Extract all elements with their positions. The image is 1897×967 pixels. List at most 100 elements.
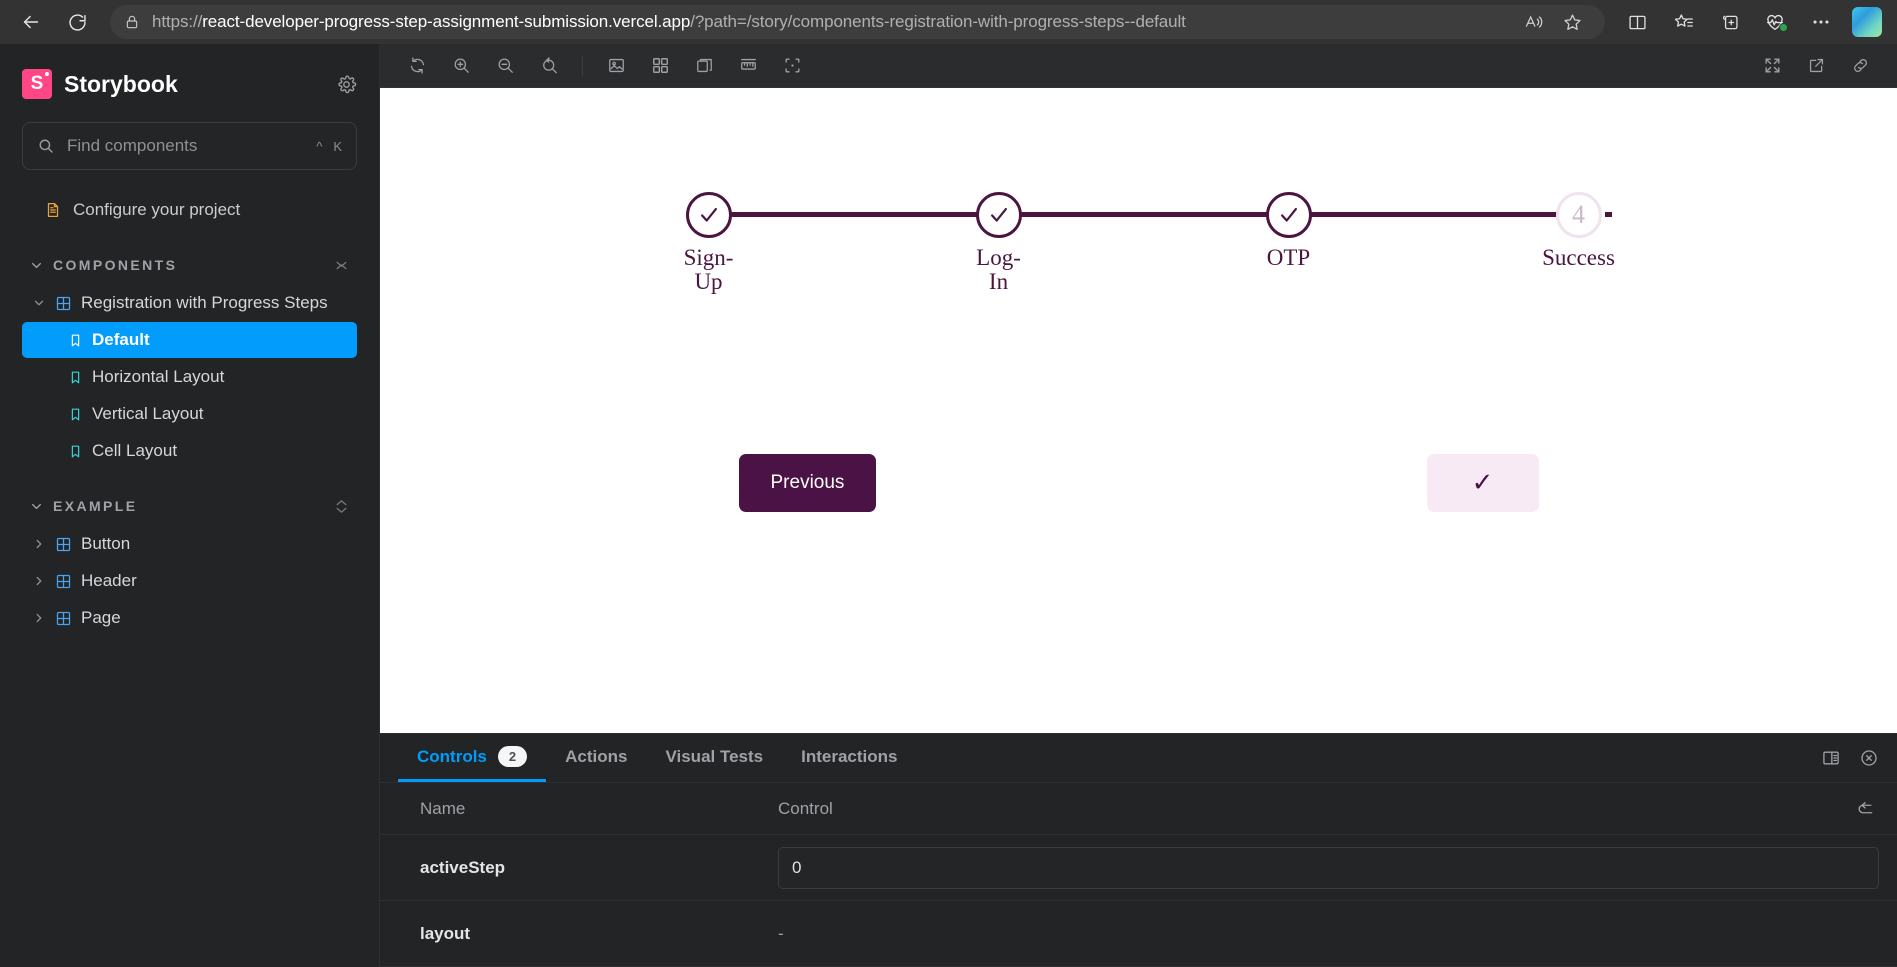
component-grid-icon bbox=[55, 573, 72, 590]
back-button[interactable] bbox=[10, 5, 52, 39]
backgrounds-icon[interactable] bbox=[595, 50, 637, 82]
step-number-4: 4 bbox=[1572, 200, 1585, 229]
fullscreen-icon[interactable] bbox=[1751, 50, 1793, 82]
favorite-star-icon[interactable] bbox=[1562, 12, 1583, 33]
step-item-4[interactable]: 4 Success bbox=[1529, 192, 1629, 270]
step-item-1[interactable]: Sign-Up bbox=[659, 192, 999, 294]
step-item-2[interactable]: Log-In bbox=[949, 192, 1289, 295]
storybook-logo-icon: S bbox=[22, 69, 52, 99]
expand-collapse-icon[interactable] bbox=[334, 256, 349, 275]
next-button[interactable]: ✓ bbox=[1426, 454, 1539, 512]
sidebar-group-components[interactable]: COMPONENTS bbox=[22, 246, 357, 284]
shortcut-key: K bbox=[333, 138, 342, 154]
addon-panel: Controls 2 Actions Visual Tests Interact… bbox=[380, 733, 1897, 967]
story-bookmark-icon bbox=[68, 444, 83, 459]
copy-link-icon[interactable] bbox=[1839, 50, 1881, 82]
shortcut-modifier: ^ bbox=[316, 138, 323, 154]
sidebar-item-page[interactable]: Page bbox=[22, 600, 357, 636]
check-icon bbox=[1280, 207, 1297, 222]
step-item-3[interactable]: OTP bbox=[1239, 192, 1579, 270]
sidebar-item-default[interactable]: Default bbox=[22, 322, 357, 358]
stepper-button-row: Previous ✓ bbox=[738, 454, 1539, 512]
split-screen-icon[interactable] bbox=[1617, 5, 1657, 39]
close-icon[interactable] bbox=[1859, 748, 1879, 768]
chevron-down-icon bbox=[30, 500, 43, 513]
tab-label: Visual Tests bbox=[665, 746, 764, 766]
sidebar-item-label: Horizontal Layout bbox=[92, 367, 225, 386]
open-new-tab-icon[interactable] bbox=[1795, 50, 1837, 82]
control-name: layout bbox=[420, 923, 471, 943]
expand-collapse-icon[interactable] bbox=[334, 497, 349, 516]
step-circle-3[interactable] bbox=[1265, 192, 1312, 238]
controls-count-badge: 2 bbox=[497, 745, 528, 768]
favorites-icon[interactable] bbox=[1663, 5, 1703, 39]
sidebar-item-vertical-layout[interactable]: Vertical Layout bbox=[22, 396, 357, 432]
control-name: activeStep bbox=[420, 857, 506, 877]
measure-icon[interactable] bbox=[727, 50, 769, 82]
sidebar-tree: Configure your project COMPONENTS Regist… bbox=[22, 192, 357, 636]
search-box[interactable]: ^ K bbox=[22, 122, 357, 170]
panel-position-icon[interactable] bbox=[1821, 748, 1841, 768]
brand-title: Storybook bbox=[64, 70, 178, 97]
lock-icon bbox=[124, 14, 140, 30]
tab-controls[interactable]: Controls 2 bbox=[398, 734, 547, 782]
tab-label: Interactions bbox=[801, 746, 898, 766]
activestep-input[interactable] bbox=[778, 846, 1879, 889]
tab-label: Controls bbox=[417, 746, 487, 766]
sidebar-item-cell-layout[interactable]: Cell Layout bbox=[22, 433, 357, 469]
story-bookmark-icon bbox=[68, 333, 83, 348]
browser-toolbar: https://react-developer-progress-step-as… bbox=[0, 0, 1897, 44]
step-circle-2[interactable] bbox=[975, 192, 1022, 238]
reload-button[interactable] bbox=[56, 5, 98, 39]
check-icon bbox=[990, 207, 1007, 222]
tab-interactions[interactable]: Interactions bbox=[782, 734, 916, 782]
previous-button[interactable]: Previous bbox=[738, 454, 877, 512]
column-header-name: Name bbox=[420, 798, 466, 818]
search-input[interactable] bbox=[67, 136, 317, 156]
chevron-down-icon bbox=[30, 259, 43, 272]
step-label-2: Log-In bbox=[976, 245, 1021, 295]
browser-essentials-icon[interactable] bbox=[1755, 5, 1795, 39]
sidebar: S Storybook ^ K Configure your project bbox=[0, 44, 380, 967]
sidebar-item-button[interactable]: Button bbox=[22, 526, 357, 562]
address-bar[interactable]: https://react-developer-progress-step-as… bbox=[110, 5, 1605, 39]
chevron-right-icon bbox=[32, 612, 46, 624]
tabs-spacer bbox=[916, 734, 1811, 782]
sidebar-item-label: Default bbox=[92, 330, 150, 349]
sidebar-header: S Storybook bbox=[22, 44, 357, 110]
sidebar-item-horizontal-layout[interactable]: Horizontal Layout bbox=[22, 359, 357, 395]
sidebar-item-header[interactable]: Header bbox=[22, 563, 357, 599]
settings-more-icon[interactable] bbox=[1801, 5, 1841, 39]
reset-controls-icon[interactable] bbox=[1855, 799, 1879, 819]
theme-icon[interactable] bbox=[683, 50, 725, 82]
sidebar-item-label: Vertical Layout bbox=[92, 404, 204, 423]
step-circle-4[interactable]: 4 bbox=[1555, 192, 1602, 238]
tab-actions[interactable]: Actions bbox=[546, 734, 646, 782]
outline-icon[interactable] bbox=[771, 50, 813, 82]
copilot-icon[interactable] bbox=[1847, 5, 1887, 39]
gear-icon[interactable] bbox=[336, 74, 357, 95]
sidebar-item-configure-your-project[interactable]: Configure your project bbox=[22, 192, 357, 228]
story-bookmark-icon bbox=[68, 370, 83, 385]
step-label-4: Success bbox=[1542, 245, 1615, 270]
remount-icon[interactable] bbox=[396, 50, 438, 82]
browser-action-icons bbox=[1617, 5, 1887, 39]
zoom-out-icon[interactable] bbox=[484, 50, 526, 82]
sidebar-group-example[interactable]: EXAMPLE bbox=[22, 487, 357, 525]
component-grid-icon bbox=[55, 295, 72, 312]
zoom-reset-icon[interactable] bbox=[528, 50, 570, 82]
controls-table: Name Control activeStep layout - bbox=[380, 783, 1897, 967]
url-text: https://react-developer-progress-step-as… bbox=[152, 12, 1186, 31]
chevron-right-icon bbox=[32, 538, 46, 550]
read-aloud-icon[interactable] bbox=[1524, 12, 1544, 32]
sidebar-item-registration-with-progress-steps[interactable]: Registration with Progress Steps bbox=[22, 285, 357, 321]
tab-visual-tests[interactable]: Visual Tests bbox=[646, 734, 782, 782]
zoom-in-icon[interactable] bbox=[440, 50, 482, 82]
step-connector-4 bbox=[1604, 212, 1612, 217]
storybook-app: S Storybook ^ K Configure your project bbox=[0, 44, 1897, 967]
grid-icon[interactable] bbox=[639, 50, 681, 82]
step-circle-1[interactable] bbox=[685, 192, 732, 238]
sidebar-group-label: COMPONENTS bbox=[53, 257, 178, 273]
search-shortcut-hint: ^ K bbox=[316, 139, 342, 154]
collections-icon[interactable] bbox=[1709, 5, 1749, 39]
